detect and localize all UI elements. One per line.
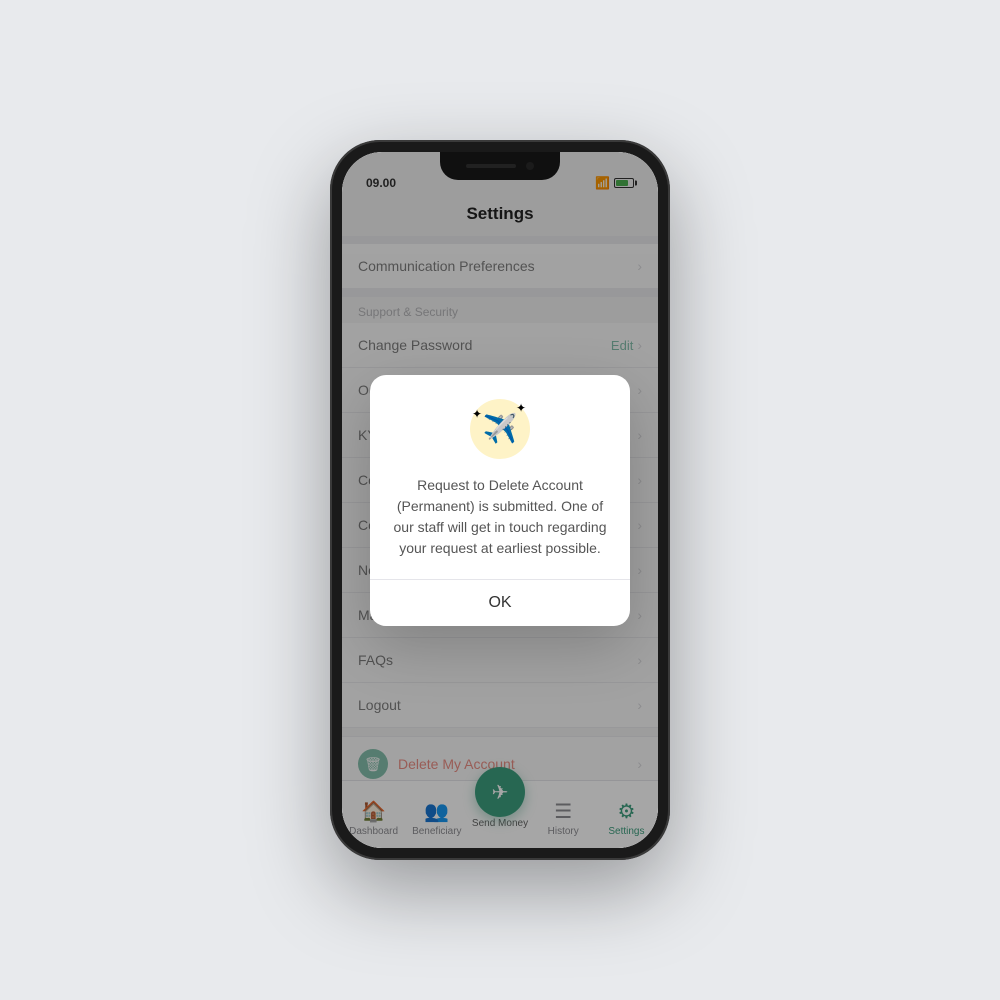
phone-frame: 09.00 📶 Settings Communication Preferenc… xyxy=(330,140,670,860)
sparkle-icon-1: ✦ xyxy=(516,401,526,415)
modal-message: Request to Delete Account (Permanent) is… xyxy=(390,475,610,559)
sparkle-icon-2: ✦ xyxy=(472,407,482,421)
modal-card: ✈️ ✦ ✦ Request to Delete Account (Perman… xyxy=(370,375,630,626)
modal-emoji-circle: ✈️ ✦ ✦ xyxy=(470,399,530,459)
modal-ok-button[interactable]: OK xyxy=(370,580,630,626)
phone-screen: 09.00 📶 Settings Communication Preferenc… xyxy=(342,152,658,848)
modal-icon-area: ✈️ ✦ ✦ xyxy=(390,399,610,459)
paper-plane-icon: ✈️ xyxy=(483,412,518,445)
modal-overlay: ✈️ ✦ ✦ Request to Delete Account (Perman… xyxy=(342,152,658,848)
